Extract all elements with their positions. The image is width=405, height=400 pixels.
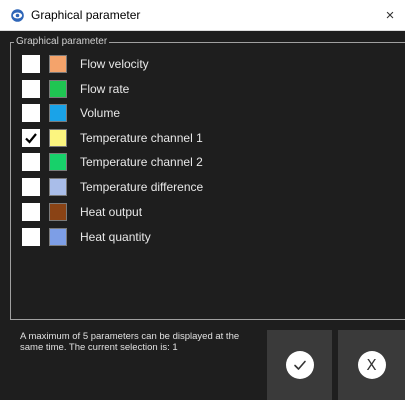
selection-info-text: A maximum of 5 parameters can be display… bbox=[20, 331, 240, 353]
cancel-glyph: X bbox=[366, 355, 377, 374]
checkbox[interactable] bbox=[22, 153, 40, 171]
checkbox[interactable] bbox=[22, 178, 40, 196]
eye-icon bbox=[11, 9, 24, 22]
close-icon: × bbox=[385, 7, 395, 24]
checkbox[interactable] bbox=[22, 80, 40, 98]
cancel-button[interactable]: X bbox=[338, 330, 405, 400]
parameter-label: Temperature channel 2 bbox=[80, 155, 203, 169]
checkbox[interactable] bbox=[22, 55, 40, 73]
ok-button[interactable] bbox=[267, 330, 332, 400]
color-swatch bbox=[49, 129, 67, 147]
parameter-groupbox bbox=[10, 42, 405, 320]
parameter-label: Flow rate bbox=[80, 82, 130, 96]
cancel-x-icon: X bbox=[357, 351, 386, 379]
parameter-label: Heat output bbox=[80, 205, 143, 219]
close-button[interactable]: × bbox=[375, 0, 405, 31]
color-swatch bbox=[49, 178, 67, 196]
color-swatch bbox=[49, 104, 67, 122]
color-swatch bbox=[49, 55, 67, 73]
color-swatch bbox=[49, 153, 67, 171]
checkbox[interactable] bbox=[22, 203, 40, 221]
color-swatch bbox=[49, 203, 67, 221]
title-bar: Graphical parameter × bbox=[0, 0, 405, 31]
color-swatch bbox=[49, 228, 67, 246]
checkbox[interactable] bbox=[22, 129, 40, 147]
color-swatch bbox=[49, 80, 67, 98]
window-title: Graphical parameter bbox=[31, 8, 141, 22]
checkbox[interactable] bbox=[22, 228, 40, 246]
checkmark-glyph bbox=[293, 360, 306, 370]
parameter-label: Flow velocity bbox=[80, 57, 149, 71]
parameter-label: Heat quantity bbox=[80, 230, 151, 244]
parameter-label: Temperature channel 1 bbox=[80, 131, 203, 145]
parameter-label: Temperature difference bbox=[80, 180, 204, 194]
checkbox[interactable] bbox=[22, 104, 40, 122]
checkmark-icon bbox=[285, 351, 314, 379]
parameter-label: Volume bbox=[80, 106, 121, 120]
checkmark-icon bbox=[25, 133, 37, 144]
groupbox-legend: Graphical parameter bbox=[14, 36, 110, 47]
